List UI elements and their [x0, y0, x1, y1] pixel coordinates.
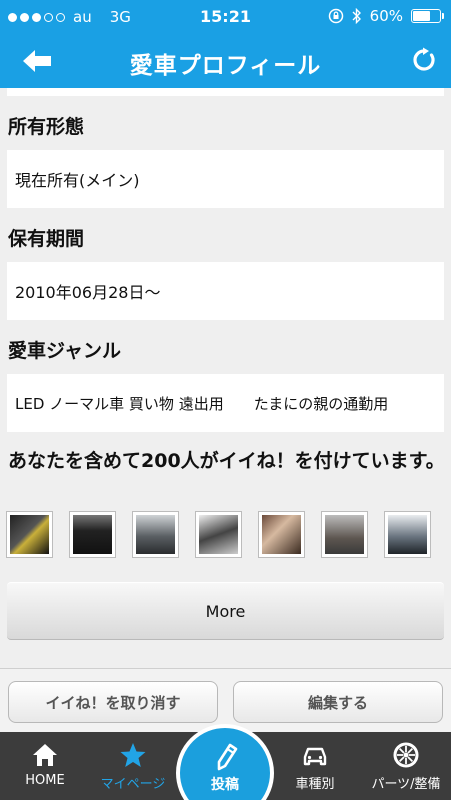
section-title-period: 保有期間 — [8, 228, 85, 250]
tab-home[interactable]: HOME — [0, 732, 90, 800]
ownership-value: 現在所有(メイン) — [15, 171, 140, 190]
pencil-icon — [217, 743, 238, 771]
liked-users-thumbnails — [6, 511, 431, 558]
user-thumbnail[interactable] — [321, 511, 368, 558]
more-button[interactable]: More — [7, 582, 444, 640]
period-value-box: 2010年06月28日〜 — [7, 262, 444, 320]
page-title: 愛車プロフィール — [129, 53, 322, 79]
battery-icon — [411, 9, 444, 23]
status-bar: au 3G 15:21 60% — [0, 0, 451, 34]
tab-home-label: HOME — [25, 773, 65, 788]
tab-post[interactable]: 投稿 — [176, 724, 274, 800]
section-title-genre: 愛車ジャンル — [8, 340, 122, 362]
tab-cars[interactable]: 車種別 — [270, 732, 360, 800]
user-thumbnail[interactable] — [258, 511, 305, 558]
unlike-button[interactable]: イイね！を取り消す — [8, 681, 218, 723]
section-title-ownership: 所有形態 — [8, 116, 85, 138]
bluetooth-icon — [352, 8, 361, 24]
tab-post-label: 投稿 — [211, 777, 239, 793]
edit-button[interactable]: 編集する — [233, 681, 443, 723]
tab-mypage[interactable]: マイページ — [88, 732, 178, 800]
top-partial-box — [7, 88, 444, 96]
tab-parts[interactable]: パーツ/整備 — [361, 732, 451, 800]
car-icon — [303, 747, 327, 766]
tab-mypage-label: マイページ — [100, 777, 166, 792]
refresh-icon[interactable] — [411, 47, 437, 73]
genre-value-box: LED ノーマル車 買い物 遠出用 たまにの親の通勤用 — [7, 374, 444, 432]
likes-summary: あなたを含めて200人がイイね！を付けています。 — [8, 450, 445, 472]
star-icon — [120, 743, 146, 767]
tab-bar: HOME マイページ 投稿 車種別 パーツ/整備 — [0, 724, 451, 800]
user-thumbnail[interactable] — [195, 511, 242, 558]
tab-parts-label: パーツ/整備 — [371, 777, 441, 792]
wheel-icon — [393, 742, 419, 768]
user-thumbnail[interactable] — [69, 511, 116, 558]
status-right: 60% — [328, 7, 444, 25]
period-value: 2010年06月28日〜 — [15, 283, 161, 302]
rotation-lock-icon — [328, 8, 343, 24]
user-thumbnail[interactable] — [132, 511, 179, 558]
nav-bar: 愛車プロフィール — [0, 34, 451, 88]
genre-value: LED ノーマル車 買い物 遠出用 たまにの親の通勤用 — [15, 394, 389, 413]
user-thumbnail[interactable] — [384, 511, 431, 558]
action-bar: イイね！を取り消す 編集する — [0, 668, 451, 732]
user-thumbnail[interactable] — [6, 511, 53, 558]
profile-content[interactable]: 所有形態 現在所有(メイン) 保有期間 2010年06月28日〜 愛車ジャンル … — [0, 88, 451, 668]
battery-percent: 60% — [369, 7, 403, 25]
home-icon — [33, 744, 57, 766]
tab-cars-label: 車種別 — [295, 777, 335, 792]
ownership-value-box: 現在所有(メイン) — [7, 150, 444, 208]
